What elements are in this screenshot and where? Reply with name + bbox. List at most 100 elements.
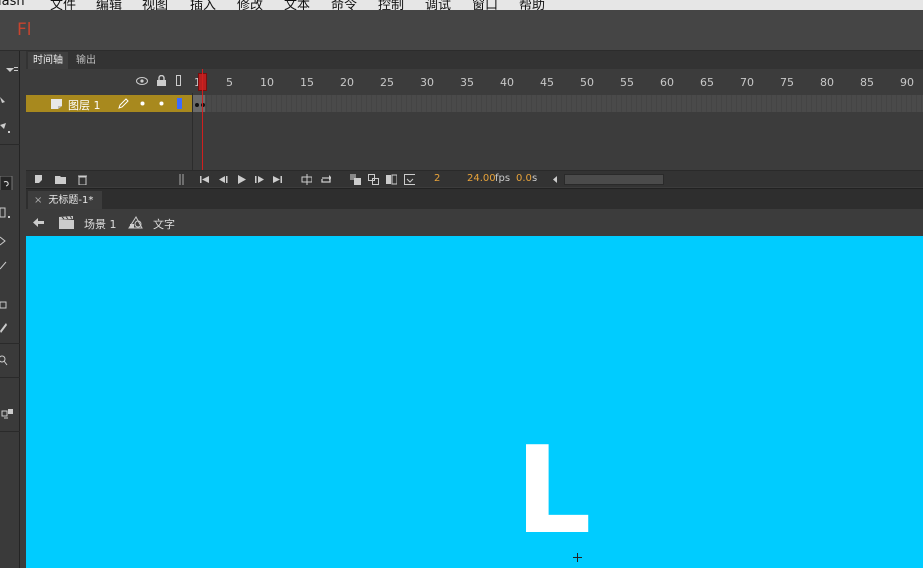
ruler-label: 65 bbox=[700, 76, 714, 89]
playhead-line bbox=[202, 69, 203, 185]
menu-control[interactable]: 控制 bbox=[378, 0, 404, 10]
panel-resize-icon[interactable] bbox=[179, 174, 190, 185]
tab-output[interactable]: 输出 bbox=[71, 52, 101, 69]
tool-divider bbox=[0, 431, 20, 432]
layer-divider bbox=[192, 93, 193, 170]
frame-row[interactable] bbox=[192, 95, 923, 112]
timeline-tabbar: 时间轴 输出 bbox=[26, 51, 923, 69]
ruler-label: 90 bbox=[900, 76, 914, 89]
frame-ruler[interactable]: 151015202530354045505560657075808590 bbox=[192, 69, 923, 93]
play-icon[interactable] bbox=[236, 174, 247, 185]
close-tab-icon[interactable]: × bbox=[34, 195, 42, 206]
pencil-tool-icon[interactable] bbox=[0, 321, 14, 335]
ruler-label: 45 bbox=[540, 76, 554, 89]
tools-panel bbox=[0, 51, 20, 568]
ruler-label: 85 bbox=[860, 76, 874, 89]
delete-layer-icon[interactable] bbox=[77, 174, 88, 185]
rectangle-tool-icon[interactable] bbox=[0, 299, 14, 313]
keyframe-1[interactable] bbox=[195, 103, 199, 107]
registration-crosshair-icon bbox=[573, 553, 582, 562]
ruler-label: 15 bbox=[300, 76, 314, 89]
tool-divider bbox=[0, 343, 20, 344]
back-arrow-icon[interactable] bbox=[32, 217, 45, 228]
edit-bar: 场景 1 文字 bbox=[26, 209, 923, 236]
layer-row[interactable]: 图层 1 bbox=[26, 95, 192, 112]
timeline-scrollbar-thumb[interactable] bbox=[564, 174, 664, 185]
document-title: 无标题-1* bbox=[48, 195, 94, 206]
menu-modify[interactable]: 修改 bbox=[237, 0, 263, 10]
last-frame-icon[interactable] bbox=[272, 174, 283, 185]
ruler-label: 70 bbox=[740, 76, 754, 89]
edit-multiple-frames-icon[interactable] bbox=[386, 174, 397, 185]
outline-color-swatch[interactable] bbox=[177, 98, 182, 109]
current-frame[interactable]: 2 bbox=[434, 173, 440, 184]
menu-bar: lash 文件 编辑 视图 插入 修改 文本 命令 控制 调试 窗口 帮助 bbox=[0, 0, 923, 10]
scroll-left-icon[interactable] bbox=[551, 174, 562, 185]
text-tool-icon[interactable] bbox=[0, 206, 14, 220]
swap-colors-icon[interactable] bbox=[0, 407, 14, 421]
modify-markers-icon[interactable] bbox=[404, 174, 415, 185]
show-hide-all-icon[interactable] bbox=[136, 76, 149, 86]
ruler-label: 30 bbox=[420, 76, 434, 89]
subselection-tool-icon[interactable] bbox=[0, 95, 14, 109]
document-tab[interactable]: × 无标题-1* bbox=[28, 191, 102, 210]
ruler-label: 80 bbox=[820, 76, 834, 89]
ruler-label: 25 bbox=[380, 76, 394, 89]
ruler-label: 40 bbox=[500, 76, 514, 89]
ruler-label: 60 bbox=[660, 76, 674, 89]
step-back-icon[interactable] bbox=[218, 174, 229, 185]
menu-file[interactable]: 文件 bbox=[50, 0, 76, 10]
new-layer-icon[interactable] bbox=[34, 174, 45, 185]
menu-app[interactable]: lash bbox=[0, 0, 25, 9]
menu-debug[interactable]: 调试 bbox=[425, 0, 451, 10]
menu-commands[interactable]: 命令 bbox=[331, 0, 357, 10]
first-frame-icon[interactable] bbox=[199, 174, 210, 185]
time-unit: s bbox=[532, 173, 538, 184]
tool-divider bbox=[0, 144, 20, 145]
step-forward-icon[interactable] bbox=[254, 174, 265, 185]
menu-edit[interactable]: 编辑 bbox=[96, 0, 122, 10]
outline-all-icon[interactable] bbox=[176, 75, 182, 87]
lasso-tool-icon[interactable] bbox=[0, 176, 14, 190]
ruler-label: 55 bbox=[620, 76, 634, 89]
symbol-name[interactable]: 文字 bbox=[153, 216, 175, 232]
menu-insert[interactable]: 插入 bbox=[190, 0, 216, 10]
timeline-panel: 151015202530354045505560657075808590 图层 … bbox=[26, 69, 923, 188]
panel-menu-icon[interactable] bbox=[4, 65, 18, 79]
menu-text[interactable]: 文本 bbox=[284, 0, 310, 10]
stage-text[interactable]: L bbox=[515, 432, 591, 552]
loop-icon[interactable] bbox=[320, 174, 331, 185]
layer-name[interactable]: 图层 1 bbox=[68, 97, 101, 113]
onion-outline-icon[interactable] bbox=[368, 174, 379, 185]
menu-window[interactable]: 窗口 bbox=[472, 0, 498, 10]
document-tabbar: × 无标题-1* bbox=[26, 188, 923, 210]
pen-tool-icon[interactable] bbox=[0, 234, 14, 248]
stage[interactable]: L bbox=[26, 236, 923, 568]
lock-all-icon[interactable] bbox=[156, 75, 167, 87]
tab-timeline[interactable]: 时间轴 bbox=[28, 52, 68, 69]
center-frame-icon[interactable] bbox=[301, 174, 312, 185]
menu-help[interactable]: 帮助 bbox=[519, 0, 545, 10]
onion-skin-icon[interactable] bbox=[350, 174, 361, 185]
layer-icon bbox=[51, 99, 62, 109]
scene-name[interactable]: 场景 1 bbox=[84, 216, 117, 232]
app-logo: Fl bbox=[17, 20, 32, 40]
new-folder-icon[interactable] bbox=[55, 174, 66, 185]
lock-dot-icon[interactable] bbox=[159, 101, 164, 106]
scene-icon bbox=[59, 216, 74, 229]
free-transform-tool-icon[interactable] bbox=[0, 121, 14, 135]
zoom-tool-icon[interactable] bbox=[0, 354, 14, 368]
timeline-toolbar: 2 24.00 fps 0.0 s bbox=[26, 170, 923, 187]
ruler-label: 20 bbox=[340, 76, 354, 89]
pencil-icon bbox=[118, 98, 129, 109]
line-tool-icon[interactable] bbox=[0, 259, 14, 273]
menu-view[interactable]: 视图 bbox=[142, 0, 168, 10]
time-value[interactable]: 0.0 bbox=[516, 173, 532, 184]
ruler-label: 50 bbox=[580, 76, 594, 89]
app-header: Fl bbox=[0, 10, 923, 51]
visibility-dot-icon[interactable] bbox=[140, 101, 145, 106]
ruler-label: 75 bbox=[780, 76, 794, 89]
ruler-label: 35 bbox=[460, 76, 474, 89]
fps-value[interactable]: 24.00 bbox=[467, 173, 496, 184]
layer-header bbox=[26, 69, 192, 93]
